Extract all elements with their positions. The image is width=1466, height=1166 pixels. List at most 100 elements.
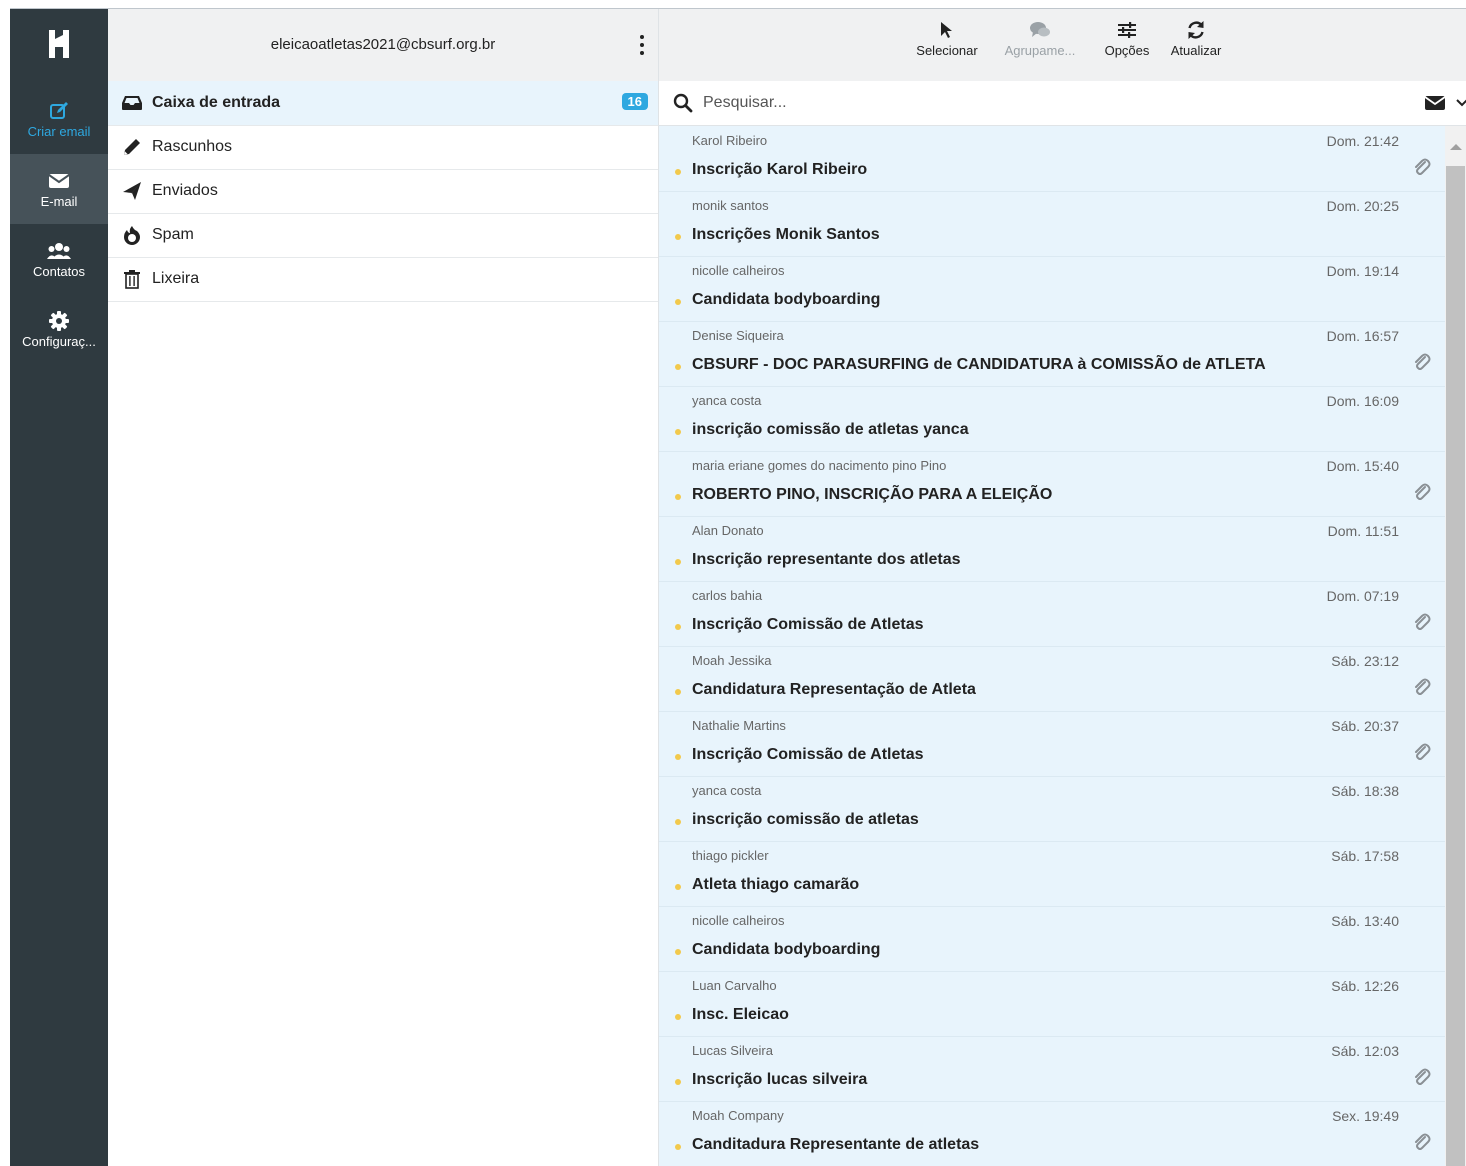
message-row[interactable]: Moah Jessika Sáb. 23:12 Candidatura Repres… — [659, 646, 1445, 712]
rail-contacts-label: Contatos — [32, 263, 86, 279]
message-sender: Moah Jessika — [692, 653, 772, 668]
fire-icon — [120, 225, 144, 245]
message-row[interactable]: Karol Ribeiro Dom. 21:42 Inscrição Karol R… — [659, 126, 1445, 192]
message-subject: Inscrição Comissão de Atletas — [692, 746, 924, 763]
account-bar: eleicaoatletas2021@cbsurf.org.br — [108, 9, 658, 82]
message-sender: yanca costa — [692, 783, 762, 798]
folder-sent[interactable]: Enviados — [108, 169, 658, 214]
rail-contacts[interactable]: Contatos — [10, 224, 108, 294]
refresh-label: Atualizar — [1170, 43, 1222, 58]
kebab-dot-icon — [640, 35, 644, 39]
message-row[interactable]: carlos bahia Dom. 07:19 Inscrição Comissão… — [659, 581, 1445, 647]
message-subject: Inscrição lucas silveira — [692, 1071, 868, 1088]
message-sender: Lucas Silveira — [692, 1043, 773, 1058]
unread-dot-icon — [675, 819, 681, 825]
chevron-down-icon[interactable] — [1456, 95, 1466, 111]
message-time: Sáb. 20:37 — [1331, 718, 1399, 734]
nav-rail: Criar email E-mail Contatos Configuraç..… — [10, 9, 108, 1166]
refresh-button[interactable]: Atualizar — [1164, 17, 1228, 73]
message-time: Sex. 19:49 — [1332, 1108, 1399, 1124]
unread-dot-icon — [675, 299, 681, 305]
envelope-icon — [48, 170, 70, 192]
folder-label: Lixeira — [152, 270, 200, 287]
message-sender: thiago pickler — [692, 848, 769, 863]
message-time: Dom. 20:25 — [1326, 198, 1399, 214]
message-row[interactable]: maria eriane gomes do nacimento pino Pin… — [659, 451, 1445, 517]
unread-dot-icon — [675, 234, 681, 240]
message-sender: Alan Donato — [692, 523, 764, 538]
message-subject: Atleta thiago camarão — [692, 876, 860, 893]
rail-email[interactable]: E-mail — [10, 154, 108, 224]
scroll-up-arrow-icon[interactable] — [1450, 144, 1462, 150]
gear-icon — [49, 310, 69, 332]
message-row[interactable]: Luan Carvalho Sáb. 12:26 Insc. Eleicao — [659, 971, 1445, 1037]
message-subject: inscrição comissão de atletas yanca — [692, 421, 969, 438]
message-row[interactable]: nicolle calheiros Sáb. 13:40 Candidata bod… — [659, 906, 1445, 972]
folder-spam[interactable]: Spam — [108, 213, 658, 258]
unread-dot-icon — [675, 689, 681, 695]
search-icon — [673, 93, 693, 113]
folder-inbox[interactable]: Caixa de entrada 16 — [108, 81, 658, 126]
message-sender: nicolle calheiros — [692, 913, 785, 928]
message-row[interactable]: Lucas Silveira Sáb. 12:03 Inscrição lucas … — [659, 1036, 1445, 1102]
message-subject: Inscrição Comissão de Atletas — [692, 616, 924, 633]
rail-settings[interactable]: Configuraç... — [10, 294, 108, 364]
paperclip-icon — [1413, 1068, 1431, 1093]
account-email: eleicaoatletas2021@cbsurf.org.br — [270, 36, 496, 53]
trash-icon — [120, 269, 144, 289]
rail-compose-label: Criar email — [27, 123, 91, 139]
message-row[interactable]: Moah Company Sex. 19:49 Canditadura Repres… — [659, 1101, 1445, 1166]
message-sender: Nathalie Martins — [692, 718, 786, 733]
folder-label: Caixa de entrada — [152, 94, 281, 111]
group-label: Agrupame... — [1004, 43, 1076, 58]
scrollbar[interactable] — [1445, 126, 1466, 1166]
send-icon — [120, 181, 144, 201]
scrollbar-thumb[interactable] — [1446, 166, 1465, 1166]
chat-bubbles-icon — [1029, 17, 1051, 43]
paperclip-icon — [1413, 158, 1431, 183]
paperclip-icon — [1413, 678, 1431, 703]
message-row[interactable]: Nathalie Martins Sáb. 20:37 Inscrição Comi… — [659, 711, 1445, 777]
message-sender: monik santos — [692, 198, 769, 213]
app-logo[interactable] — [10, 9, 108, 79]
toolbar: Selecionar Agrupame... Opções Atualizar — [659, 9, 1466, 82]
message-row[interactable]: Denise Siqueira Dom. 16:57 CBSURF - DOC PA… — [659, 321, 1445, 387]
refresh-icon — [1186, 17, 1206, 43]
unread-dot-icon — [675, 494, 681, 500]
kebab-dot-icon — [640, 43, 644, 47]
folder-trash[interactable]: Lixeira — [108, 257, 658, 302]
rail-compose-email[interactable]: Criar email — [10, 84, 108, 154]
message-subject: Inscrição representante dos atletas — [692, 551, 961, 568]
message-row[interactable]: yanca costa Dom. 16:09 inscrição comissão … — [659, 386, 1445, 452]
options-button[interactable]: Opções — [1099, 17, 1155, 73]
group-button[interactable]: Agrupame... — [997, 17, 1083, 73]
message-row[interactable]: Alan Donato Dom. 11:51 Inscrição represent… — [659, 516, 1445, 582]
select-button[interactable]: Selecionar — [909, 17, 985, 73]
message-sender: maria eriane gomes do nacimento pino Pin… — [692, 458, 947, 473]
unread-dot-icon — [675, 429, 681, 435]
message-sender: Karol Ribeiro — [692, 133, 768, 148]
select-label: Selecionar — [916, 43, 978, 58]
message-row[interactable]: monik santos Dom. 20:25 Inscrições Monik S… — [659, 191, 1445, 257]
message-row[interactable]: yanca costa Sáb. 18:38 inscrição comissão … — [659, 776, 1445, 842]
message-row[interactable]: thiago pickler Sáb. 17:58 Atleta thiago ca… — [659, 841, 1445, 907]
message-subject: Insc. Eleicao — [692, 1006, 789, 1023]
unread-dot-icon — [675, 884, 681, 890]
inbox-icon — [120, 95, 144, 111]
message-list: Karol Ribeiro Dom. 21:42 Inscrição Karol R… — [659, 126, 1445, 1166]
paperclip-icon — [1413, 1133, 1431, 1158]
message-row[interactable]: nicolle calheiros Dom. 19:14 Candidata bod… — [659, 256, 1445, 322]
paperclip-icon — [1413, 483, 1431, 508]
envelope-filter-icon[interactable] — [1424, 95, 1446, 111]
kebab-dot-icon — [640, 51, 644, 55]
message-time: Dom. 19:14 — [1326, 263, 1399, 279]
account-menu-button[interactable] — [638, 33, 646, 57]
pencil-icon — [120, 137, 144, 157]
paperclip-icon — [1413, 743, 1431, 768]
search-input[interactable] — [701, 93, 1305, 113]
message-subject: CBSURF - DOC PARASURFING de CANDIDATURA … — [692, 356, 1266, 373]
folder-drafts[interactable]: Rascunhos — [108, 125, 658, 170]
unread-dot-icon — [675, 624, 681, 630]
message-sender: nicolle calheiros — [692, 263, 785, 278]
message-time: Sáb. 18:38 — [1331, 783, 1399, 799]
